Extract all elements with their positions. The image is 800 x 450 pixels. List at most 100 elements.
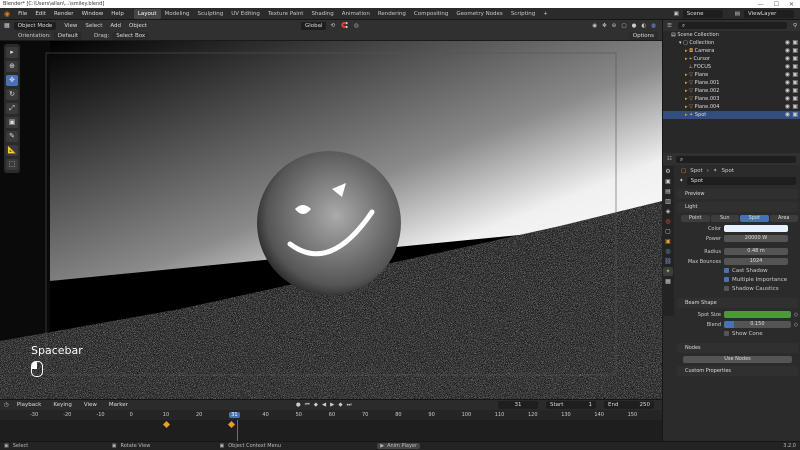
outliner-item-plane-001[interactable]: ▸ ▽ Plane.001 ◉ ▣ (663, 79, 800, 87)
render-camera-icon[interactable]: ▣ (792, 63, 798, 71)
view-layer-selector[interactable]: ViewLayer (744, 9, 794, 18)
scene-icon[interactable]: ▣ (674, 11, 679, 17)
pivot-icon[interactable]: ⟲ (330, 23, 335, 29)
overlay-icon[interactable]: ⊚ (612, 23, 617, 29)
section-nodes[interactable]: Nodes (677, 343, 798, 353)
outliner-item-plane[interactable]: ▸ ▽ Plane ◉ ▣ (663, 71, 800, 79)
outliner-item-plane-003[interactable]: ▸ ▽ Plane.003 ◉ ▣ (663, 95, 800, 103)
menu-help[interactable]: Help (107, 8, 128, 20)
tab-sculpting[interactable]: Sculpting (194, 9, 228, 19)
keyframe-dot-icon[interactable]: ◇ (794, 322, 798, 328)
object-tab-icon[interactable]: ▣ (663, 237, 673, 246)
radius-field[interactable]: 0.48 m (724, 248, 788, 255)
color-swatch[interactable] (724, 225, 788, 232)
outliner-editor-icon[interactable]: ☰ (667, 23, 672, 29)
filter-icon[interactable]: ⚲ (793, 23, 800, 29)
visibility-eye-icon[interactable]: ◉ (785, 111, 790, 119)
constraints-tab-icon[interactable]: ⛓ (663, 257, 673, 266)
outliner-item-spot[interactable]: ▸ ✦ Spot ◉ ▣ (663, 111, 800, 119)
visibility-eye-icon[interactable]: ◉ (785, 103, 790, 111)
show-cone-checkbox[interactable]: Show Cone (677, 331, 798, 337)
shading-material-icon[interactable]: ◐ (641, 23, 646, 29)
drag-dropdown[interactable]: Select Box (112, 31, 150, 40)
visibility-eye-icon[interactable]: ◉ (785, 79, 790, 87)
multiple-importance-checkbox[interactable]: Multiple Importance (677, 277, 798, 283)
outliner-scene-collection[interactable]: ▤ Scene Collection (663, 31, 800, 39)
current-frame-field[interactable]: 31 (498, 401, 538, 409)
measure-tool-icon[interactable]: 📐 (6, 145, 18, 156)
tab-layout[interactable]: Layout (133, 8, 161, 19)
section-custom-properties[interactable]: Custom Properties (677, 366, 798, 376)
viewport-menu-view[interactable]: View (60, 20, 81, 32)
visibility-eye-icon[interactable]: ◉ (785, 39, 790, 47)
minimize-button[interactable]: — (758, 1, 764, 8)
section-light[interactable]: Light (677, 202, 798, 212)
tab-geometry-nodes[interactable]: Geometry Nodes (452, 9, 506, 19)
tab-texture-paint[interactable]: Texture Paint (264, 9, 308, 19)
viewport-menu-object[interactable]: Object (125, 20, 151, 32)
render-camera-icon[interactable]: ▣ (792, 95, 798, 103)
jump-start-icon[interactable]: ⏮ (305, 402, 310, 409)
world-tab-icon[interactable]: ◍ (663, 217, 673, 226)
visibility-eye-icon[interactable]: ◉ (785, 63, 790, 71)
light-type-point-button[interactable]: Point (681, 215, 710, 222)
xray-icon[interactable]: ▢ (621, 23, 626, 29)
outliner-item-cursor[interactable]: ▸ ⌖ Cursor ◉ ▣ (663, 55, 800, 63)
outliner-collection[interactable]: ▾ ▢ Collection ◉ ▣ (663, 39, 800, 47)
tab-scripting[interactable]: Scripting (507, 9, 539, 19)
visibility-eye-icon[interactable]: ◉ (785, 47, 790, 55)
render-camera-icon[interactable]: ▣ (792, 47, 798, 55)
blender-logo-icon[interactable]: ◉ (0, 10, 14, 18)
gizmo-icon[interactable]: ✥ (602, 23, 607, 29)
visibility-eye-icon[interactable]: ◉ (785, 55, 790, 63)
max-bounces-field[interactable]: 1024 (724, 258, 788, 265)
output-tab-icon[interactable]: ▤ (663, 187, 673, 196)
cast-shadow-checkbox[interactable]: Cast Shadow (677, 268, 798, 274)
scene-selector[interactable]: Scene (682, 9, 723, 18)
visibility-eye-icon[interactable]: ◉ (785, 87, 790, 95)
data-type-icon[interactable]: ✦ (679, 178, 684, 184)
menu-edit[interactable]: Edit (31, 8, 50, 20)
light-type-spot-button[interactable]: Spot (740, 215, 769, 222)
tool-tab-icon[interactable]: ⚙ (663, 167, 673, 176)
shadow-caustics-checkbox[interactable]: Shadow Caustics (677, 286, 798, 292)
add-cube-tool-icon[interactable]: ⬚ (6, 159, 18, 170)
render-camera-icon[interactable]: ▣ (792, 39, 798, 47)
view-layer-icon[interactable]: ▤ (735, 11, 740, 17)
keyframe-marker[interactable] (227, 420, 236, 429)
section-preview[interactable]: Preview (677, 189, 798, 199)
add-workspace-icon[interactable]: + (539, 9, 552, 19)
tab-compositing[interactable]: Compositing (410, 9, 452, 19)
record-icon[interactable]: ● (296, 402, 301, 409)
timeline-editor-icon[interactable]: ◷ (4, 402, 9, 408)
next-key-icon[interactable]: ◆ (338, 402, 342, 409)
transform-tool-icon[interactable]: ▣ (6, 117, 18, 128)
power-field[interactable]: 20000 W (724, 235, 788, 242)
menu-file[interactable]: File (14, 8, 31, 20)
visibility-eye-icon[interactable]: ◉ (785, 95, 790, 103)
outliner-item-plane-002[interactable]: ▸ ▽ Plane.002 ◉ ▣ (663, 87, 800, 95)
play-icon[interactable]: ▶ (330, 402, 334, 409)
render-camera-icon[interactable]: ▣ (792, 111, 798, 119)
properties-search[interactable]: ⌕ (675, 155, 796, 163)
move-tool-icon[interactable]: ✥ (6, 75, 18, 86)
render-camera-icon[interactable]: ▣ (792, 71, 798, 79)
editor-type-icon[interactable]: ▦ (4, 22, 10, 29)
select-tool-icon[interactable]: ▸ (6, 47, 18, 58)
spot-size-field[interactable] (724, 311, 791, 318)
play-reverse-icon[interactable]: ◀ (322, 402, 326, 409)
render-tab-icon[interactable]: ▣ (663, 177, 673, 186)
section-beam-shape[interactable]: Beam Shape (677, 298, 798, 308)
visibility-icon[interactable]: ◉ (592, 23, 597, 29)
shading-rendered-icon[interactable]: ◍ (651, 23, 656, 29)
jump-end-icon[interactable]: ⏭ (347, 402, 352, 409)
keyframe-marker[interactable] (162, 420, 171, 429)
snap-icon[interactable]: 🧲 (341, 23, 348, 29)
light-type-area-button[interactable]: Area (769, 215, 798, 222)
transform-orientation-selector[interactable]: Global (300, 21, 327, 30)
scale-tool-icon[interactable]: ⤢ (6, 103, 18, 114)
render-camera-icon[interactable]: ▣ (792, 87, 798, 95)
outliner-item-camera[interactable]: ▸ ◘ Camera ◉ ▣ (663, 47, 800, 55)
outliner-item-plane-004[interactable]: ▸ ▽ Plane.004 ◉ ▣ (663, 103, 800, 111)
3d-viewport[interactable] (0, 41, 662, 399)
